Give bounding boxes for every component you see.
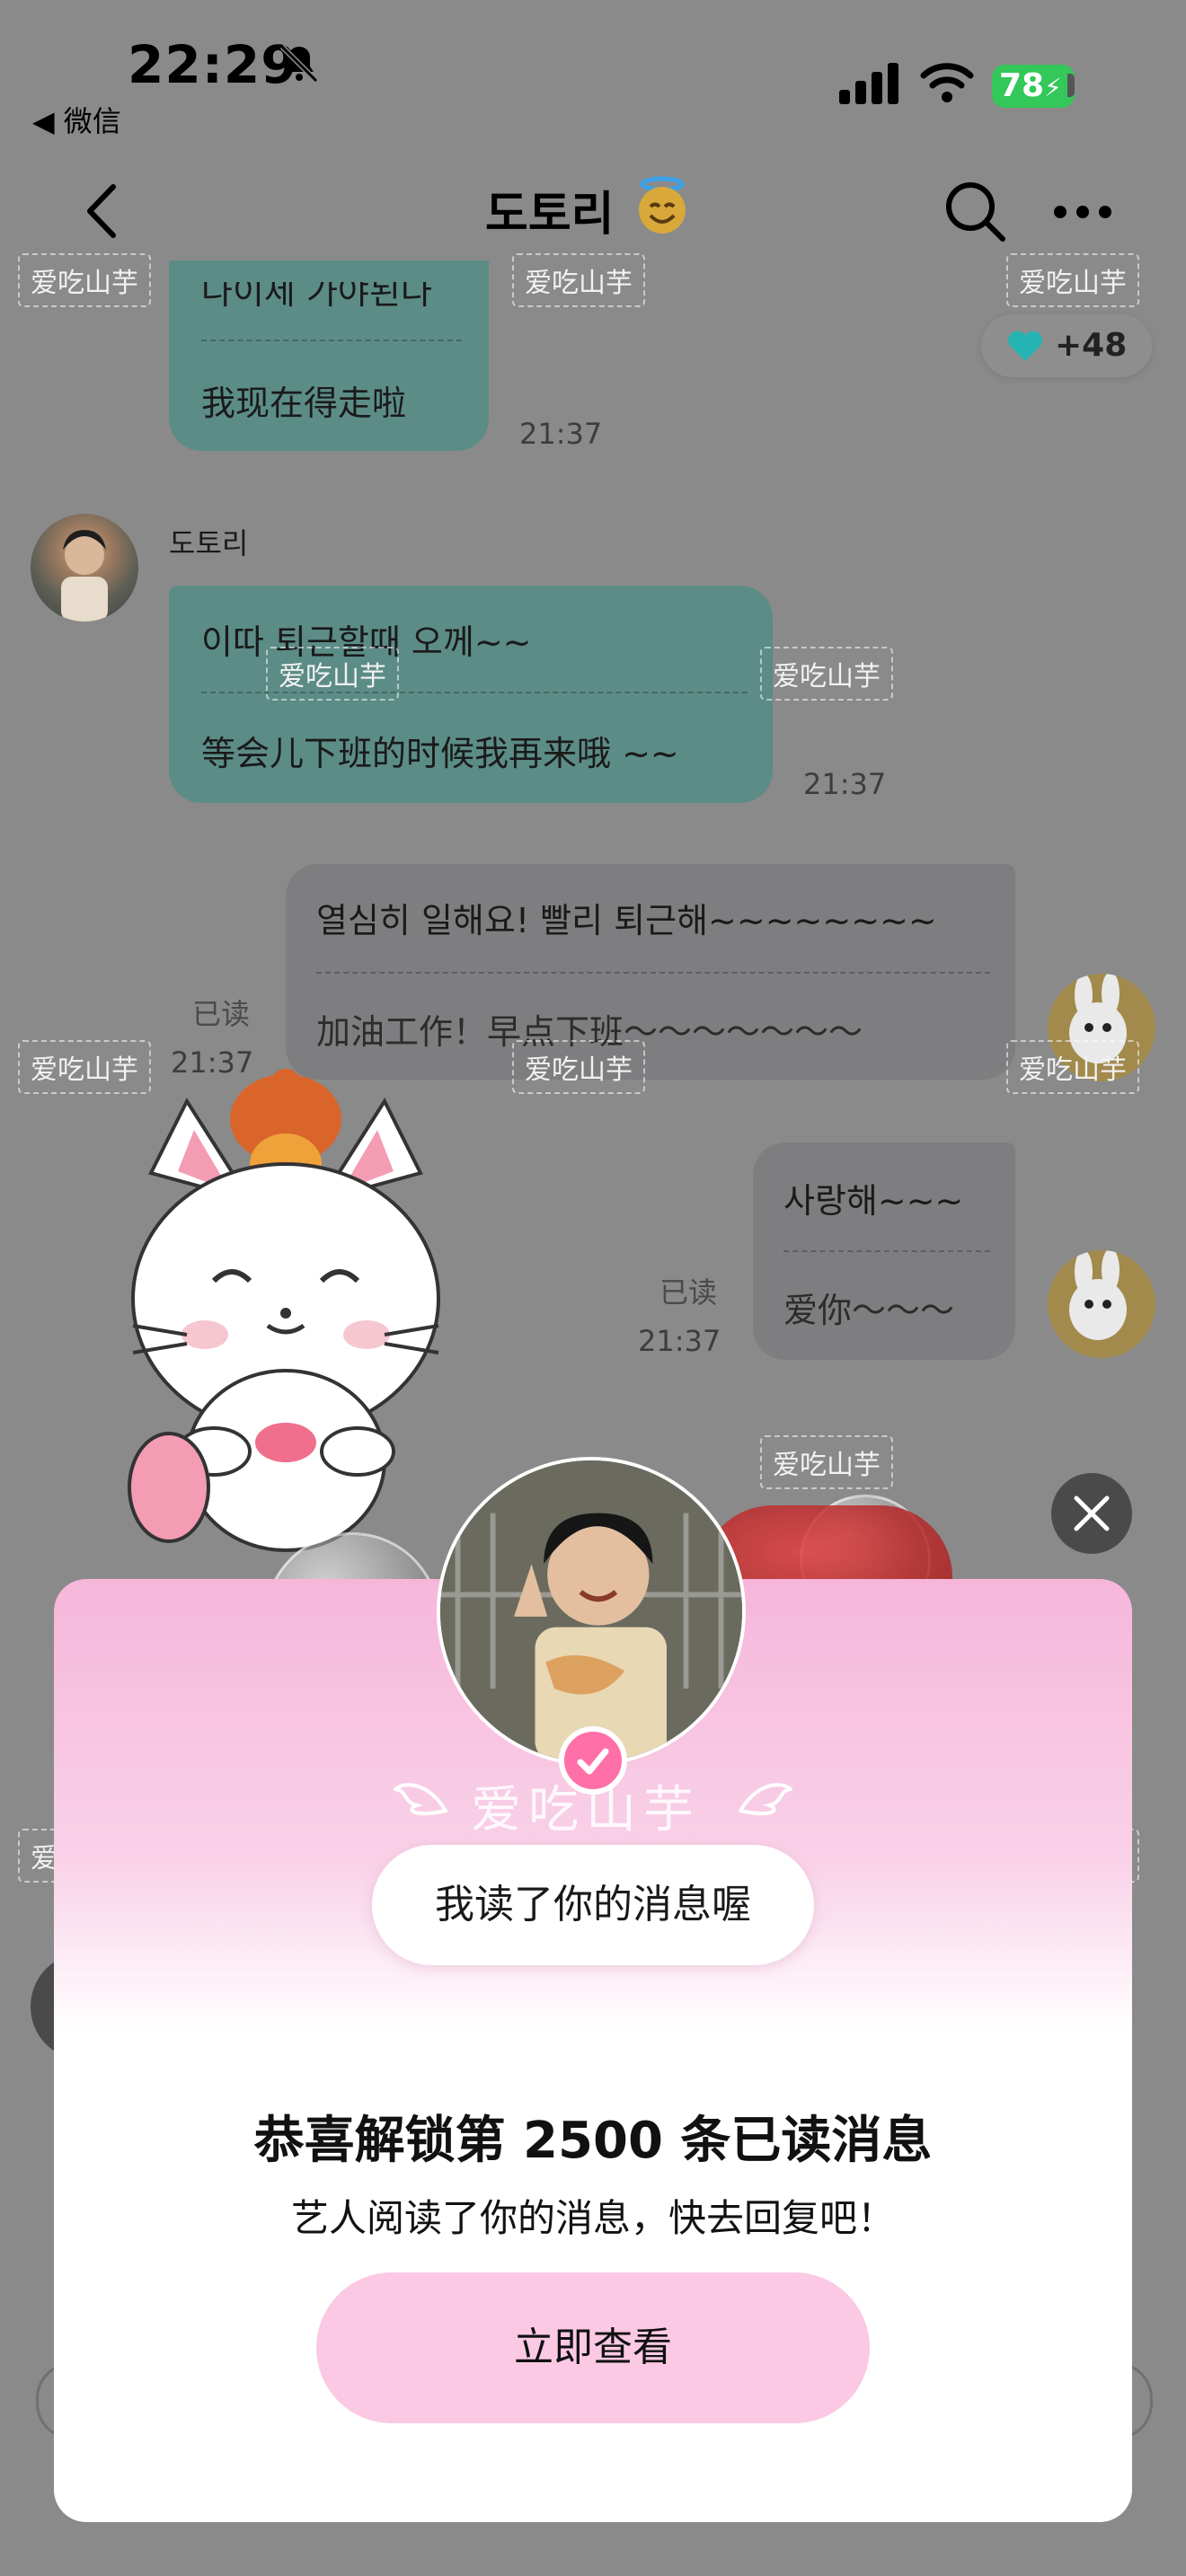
more-options-icon[interactable] — [1051, 203, 1114, 221]
chat-title: 도토리 — [485, 188, 615, 242]
close-icon — [1074, 1495, 1110, 1531]
user-avatar-sticker — [1048, 1250, 1155, 1358]
wing-right-icon — [739, 1783, 792, 1815]
cat-sticker-icon — [128, 1069, 440, 1552]
speech-bubble: 我读了你的消息喔 — [372, 1845, 814, 1965]
status-time: 22:29 — [128, 34, 298, 95]
halo-smile-emoji-icon — [639, 176, 686, 234]
message-original-text: 사랑해~~~ — [783, 1181, 964, 1221]
message-divider — [783, 1250, 990, 1252]
artist-avatar-image — [61, 530, 108, 622]
message-divider — [316, 972, 990, 974]
message-translation-text: 等会儿下班的时候我再来哦 ~~ — [201, 734, 679, 773]
back-chevron-icon[interactable] — [81, 181, 120, 241]
watermark: 爱吃山芋 — [760, 647, 893, 701]
charging-bolt-icon: ⚡ — [1044, 73, 1062, 102]
watermark: 爱吃山芋 — [760, 1435, 893, 1489]
heart-count-badge[interactable]: +48 — [981, 314, 1152, 377]
battery-indicator: 78⚡ — [992, 65, 1075, 108]
read-receipt: 已读 — [192, 997, 251, 1031]
decor-name: 爱吃山芋 — [471, 1781, 701, 1839]
message-timestamp: 21:37 — [638, 1324, 721, 1358]
wing-left-icon — [394, 1783, 447, 1815]
message-original-text: 열심히 일해요! 빨리 퇴근해~~~~~~~~ — [316, 901, 937, 940]
modal-title: 恭喜解锁第 2500 条已读消息 — [253, 2112, 933, 2170]
modal-subtitle: 艺人阅读了你的消息，快去回复吧！ — [290, 2196, 895, 2240]
watermark: 爱吃山芋 — [512, 1040, 645, 1094]
view-now-button[interactable]: 立即查看 — [316, 2272, 870, 2423]
watermark: 爱吃山芋 — [266, 647, 399, 701]
watermark: 爱吃山芋 — [18, 253, 151, 307]
message-translation-text: 我现在得走啦 — [201, 384, 407, 423]
battery-level: 78 — [999, 67, 1045, 104]
sender-name: 도토리 — [169, 526, 249, 560]
artist-photo — [437, 1457, 746, 1766]
message-divider — [201, 340, 462, 341]
watermark: 爱吃山芋 — [1006, 253, 1139, 307]
heart-count: +48 — [1055, 327, 1128, 364]
back-to-wechat-link[interactable]: ◀ 微信 — [32, 99, 121, 140]
search-icon[interactable] — [943, 180, 1006, 243]
close-button[interactable] — [1051, 1473, 1132, 1554]
bell-muted-icon — [279, 44, 319, 84]
message-translation-text: 爱你～～～ — [783, 1291, 955, 1330]
message-timestamp: 21:37 — [803, 767, 887, 801]
watermark: 爱吃山芋 — [512, 253, 645, 307]
cellular-signal-icon — [839, 63, 898, 104]
heart-icon — [1008, 331, 1042, 361]
wifi-icon — [920, 63, 974, 102]
message-timestamp: 21:37 — [519, 417, 603, 451]
user-avatar[interactable] — [1048, 1250, 1155, 1358]
read-receipt: 已读 — [659, 1275, 718, 1310]
artist-avatar[interactable] — [31, 514, 138, 622]
artist-photo-image — [440, 1460, 742, 1762]
battery-cap — [1067, 74, 1075, 97]
watermark: 爱吃山芋 — [1006, 1040, 1139, 1094]
